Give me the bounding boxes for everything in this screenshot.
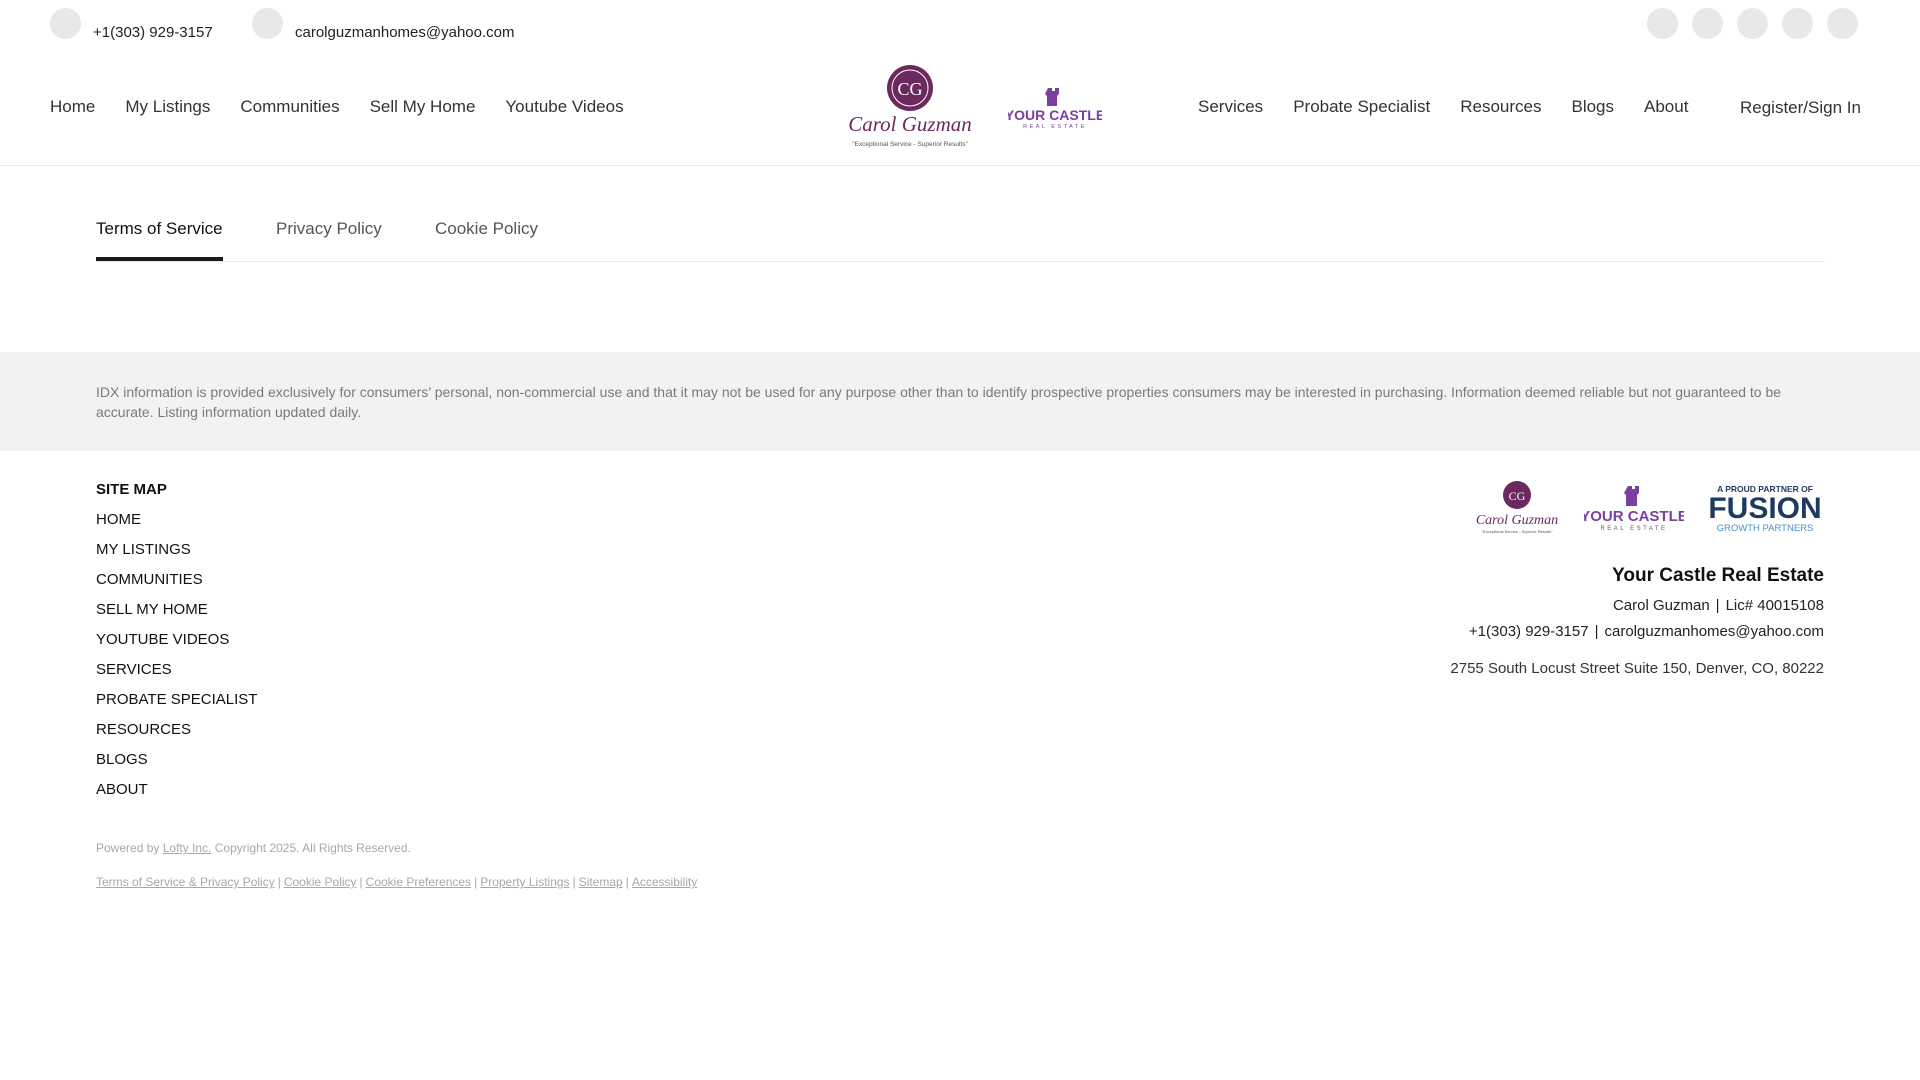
sitemap-link-about[interactable]: ABOUT (96, 780, 257, 800)
logo-tagline: "Exceptional Service - Superior Results" (852, 141, 968, 148)
tab-cookie-policy[interactable]: Cookie Policy (435, 218, 538, 240)
social-icon[interactable] (1737, 8, 1768, 39)
footer-phone[interactable]: +1(303) 929-3157 (1469, 623, 1589, 640)
nav-communities[interactable]: Communities (240, 96, 339, 118)
nav-youtube-videos[interactable]: Youtube Videos (505, 96, 623, 118)
legal-separator: | (572, 875, 576, 889)
carol-guzman-logo[interactable]: CG Carol Guzman "Exceptional Service - S… (838, 62, 984, 152)
sitemap-link-blogs[interactable]: BLOGS (96, 750, 257, 770)
legal-link-terms-privacy[interactable]: Terms of Service & Privacy Policy (96, 875, 275, 889)
footer-logo-tagline: "Exceptional Service - Superior Results" (1481, 529, 1553, 534)
castle-icon (1045, 88, 1059, 106)
footer-logo-name: Carol Guzman (1476, 513, 1558, 528)
email-icon (252, 8, 283, 39)
logo-monogram: CG (897, 79, 922, 99)
tab-privacy-policy[interactable]: Privacy Policy (276, 218, 382, 240)
nav-home[interactable]: Home (50, 96, 95, 118)
license-number: Lic# 40015108 (1725, 597, 1824, 614)
nav-blogs[interactable]: Blogs (1571, 96, 1614, 118)
agent-name: Carol Guzman (1612, 597, 1710, 614)
phone-icon (50, 8, 81, 39)
footer-carol-guzman-logo: CG Carol Guzman "Exceptional Service - S… (1476, 481, 1558, 534)
nav-about[interactable]: About (1644, 96, 1688, 118)
fusion-partner-logo: A PROUD PARTNER OF FUSION GROWTH PARTNER… (1708, 484, 1821, 534)
social-icon[interactable] (1647, 8, 1678, 39)
legal-link-property-listings[interactable]: Property Listings (480, 875, 569, 889)
nav-probate-specialist[interactable]: Probate Specialist (1293, 96, 1430, 118)
header-phone[interactable]: +1(303) 929-3157 (50, 8, 213, 41)
social-icon[interactable] (1692, 8, 1723, 39)
legal-separator: | (474, 875, 478, 889)
sitemap-link-youtube-videos[interactable]: YOUTUBE VIDEOS (96, 630, 257, 650)
castle-logo-subtitle: REAL ESTATE (1023, 124, 1087, 130)
footer-castle-icon (1624, 486, 1639, 506)
footer-castle-subtitle: REAL ESTATE (1600, 526, 1667, 532)
sitemap-link-home[interactable]: HOME (96, 510, 257, 530)
social-icon[interactable] (1827, 8, 1858, 39)
your-castle-logo[interactable]: YOUR CASTLE REAL ESTATE (1008, 86, 1102, 130)
footer-address: 2755 South Locust Street Suite 150, Denv… (1450, 660, 1824, 677)
legal-link-cookie-policy[interactable]: Cookie Policy (284, 875, 357, 889)
footer-email[interactable]: carolguzmanhomes@yahoo.com (1605, 623, 1825, 640)
agent-license-line: Carol Guzman | Lic# 40015108 (1613, 597, 1824, 614)
sitemap-link-communities[interactable]: COMMUNITIES (96, 570, 257, 590)
powered-by: Powered by Lofty Inc. Copyright 2025. Al… (96, 841, 411, 855)
header-phone-text[interactable]: +1(303) 929-3157 (93, 24, 213, 41)
sitemap-link-services[interactable]: SERVICES (96, 660, 257, 680)
site-header: +1(303) 929-3157 carolguzmanhomes@yahoo.… (0, 0, 1920, 166)
header-email-text[interactable]: carolguzmanhomes@yahoo.com (295, 24, 515, 41)
footer-logos: CG Carol Guzman "Exceptional Service - S… (1472, 480, 1824, 536)
footer-your-castle-logo: YOUR CASTLE REAL ESTATE (1584, 486, 1684, 532)
lofty-link[interactable]: Lofty Inc. (163, 841, 212, 855)
copyright-text: Copyright 2025. All Rights Reserved. (214, 841, 411, 855)
powered-prefix: Powered by (96, 841, 160, 855)
social-icons (1647, 8, 1858, 39)
footer-logo-monogram: CG (1509, 489, 1526, 503)
footer-castle-title: YOUR CASTLE (1584, 508, 1684, 525)
info-separator: | (1594, 623, 1599, 640)
policy-tabs: Terms of Service Privacy Policy Cookie P… (96, 218, 1825, 262)
info-separator: | (1715, 597, 1720, 614)
header-email[interactable]: carolguzmanhomes@yahoo.com (252, 8, 515, 41)
legal-links: Terms of Service & Privacy Policy | Cookie… (96, 875, 697, 889)
sitemap-title: SITE MAP (96, 481, 167, 498)
brokerage-name: Your Castle Real Estate (1612, 565, 1824, 586)
nav-my-listings[interactable]: My Listings (125, 96, 210, 118)
legal-link-accessibility[interactable]: Accessibility (632, 875, 697, 889)
sitemap-link-my-listings[interactable]: MY LISTINGS (96, 540, 257, 560)
footer-sitemap: SITE MAP HOME MY LISTINGS COMMUNITIES SE… (96, 480, 257, 810)
nav-services[interactable]: Services (1198, 96, 1263, 118)
idx-disclaimer-band: IDX information is provided exclusively … (0, 352, 1920, 451)
nav-sell-my-home[interactable]: Sell My Home (370, 96, 476, 118)
fusion-bottom-text: GROWTH PARTNERS (1717, 523, 1814, 534)
sitemap-link-resources[interactable]: RESOURCES (96, 720, 257, 740)
sitemap-link-sell-my-home[interactable]: SELL MY HOME (96, 600, 257, 620)
idx-disclaimer-text: IDX information is provided exclusively … (96, 384, 1782, 420)
register-sign-in-link[interactable]: Register/Sign In (1740, 97, 1861, 119)
sitemap-link-probate-specialist[interactable]: PROBATE SPECIALIST (96, 690, 257, 710)
footer-contact-line: +1(303) 929-3157 | carolguzmanhomes@yahoo.… (1469, 623, 1824, 640)
legal-separator: | (277, 875, 281, 889)
main-nav-right: Services Probate Specialist Resources Bl… (1198, 96, 1688, 118)
nav-resources[interactable]: Resources (1460, 96, 1541, 118)
social-icon[interactable] (1782, 8, 1813, 39)
legal-separator: | (359, 875, 363, 889)
legal-link-cookie-preferences[interactable]: Cookie Preferences (366, 875, 471, 889)
main-nav-left: Home My Listings Communities Sell My Hom… (50, 96, 624, 118)
legal-link-sitemap[interactable]: Sitemap (579, 875, 623, 889)
legal-separator: | (625, 875, 629, 889)
castle-logo-title: YOUR CASTLE (1008, 107, 1102, 123)
tab-terms-of-service[interactable]: Terms of Service (96, 218, 223, 261)
logo-name: Carol Guzman (848, 112, 972, 136)
fusion-main-text: FUSION (1708, 492, 1821, 525)
